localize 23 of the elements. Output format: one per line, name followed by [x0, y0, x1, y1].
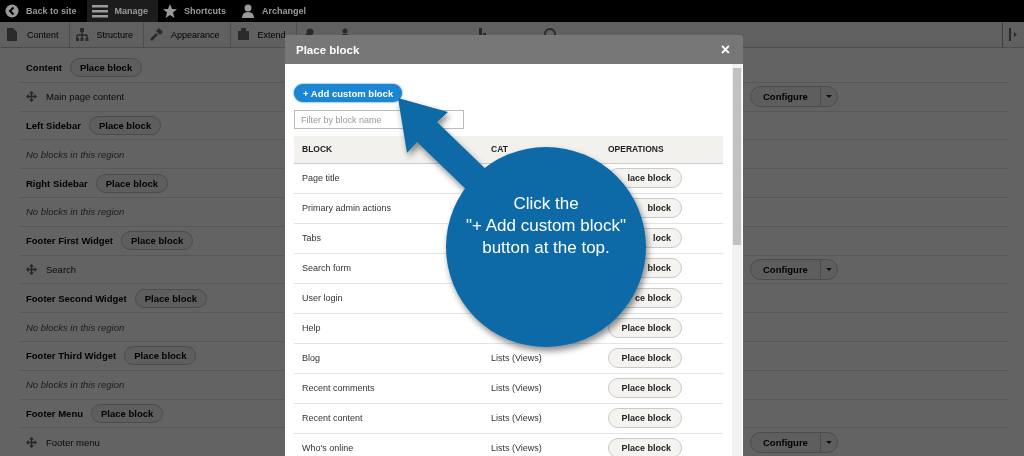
region-title: Right Sidebar — [26, 177, 88, 189]
region-title: Footer Third Widget — [26, 350, 117, 362]
block-name: Recent content — [294, 403, 483, 433]
block-name: Search — [46, 263, 77, 275]
block-name: Recent comments — [294, 373, 483, 403]
empty-region-message: No blocks in this region — [26, 148, 125, 160]
empty-region-message: No blocks in this region — [26, 206, 125, 218]
category-cell: Lists (Views) — [483, 433, 600, 456]
block-name: Main page content — [46, 91, 125, 103]
block-name: Who's online — [294, 433, 483, 456]
category-cell: Lists (Views) — [483, 373, 600, 403]
empty-region-message: No blocks in this region — [26, 379, 125, 391]
region-title: Left Sidebar — [26, 120, 81, 131]
block-name: Footer menu — [46, 436, 100, 448]
empty-region-message: No blocks in this region — [26, 321, 125, 333]
region-title: Footer Menu — [26, 407, 83, 419]
region-title: Footer First Widget — [26, 235, 113, 247]
category-cell: Lists (Views) — [483, 403, 600, 433]
dialog-title: Place block — [296, 43, 360, 56]
column-header: OPERATIONS — [600, 136, 723, 163]
block-name: Blog — [294, 343, 483, 373]
region-title: Footer Second Widget — [26, 292, 127, 304]
region-title: Content — [26, 62, 62, 74]
